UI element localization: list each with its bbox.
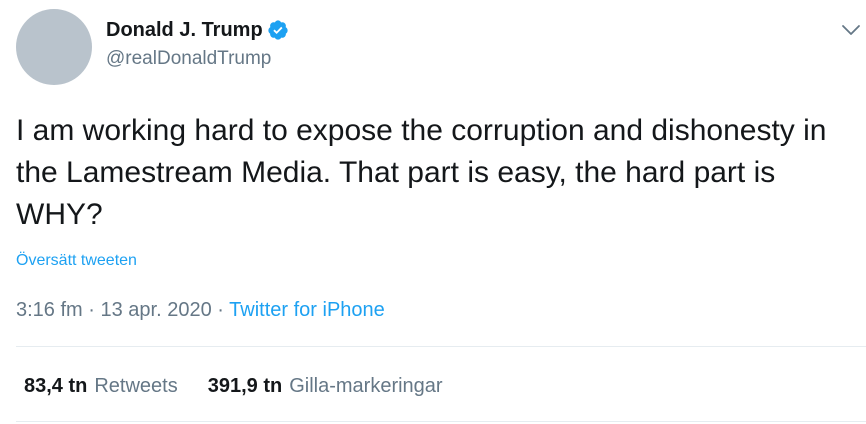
retweets-stat[interactable]: 83,4 tn Retweets bbox=[24, 372, 178, 400]
tweet-text: I am working hard to expose the corrupti… bbox=[16, 114, 827, 231]
tweet-time[interactable]: 3:16 fm bbox=[16, 299, 83, 321]
meta-separator: · bbox=[88, 299, 95, 321]
handle[interactable]: @realDonaldTrump bbox=[106, 45, 289, 73]
name-row: Donald J. Trump bbox=[106, 16, 289, 44]
tweet-card: Donald J. Trump @realDonaldTrump I am wo… bbox=[0, 0, 866, 424]
tweet-source-link[interactable]: Twitter for iPhone bbox=[229, 299, 385, 321]
author-block: Donald J. Trump @realDonaldTrump bbox=[106, 16, 289, 73]
avatar[interactable] bbox=[16, 9, 92, 85]
tweet-stats: 83,4 tn Retweets 391,9 tn Gilla-markerin… bbox=[24, 372, 443, 400]
tweet-meta: 3:16 fm · 13 apr. 2020 · Twitter for iPh… bbox=[16, 296, 385, 324]
likes-stat[interactable]: 391,9 tn Gilla-markeringar bbox=[208, 372, 443, 400]
retweets-label: Retweets bbox=[94, 375, 178, 397]
divider bbox=[16, 421, 866, 422]
display-name[interactable]: Donald J. Trump bbox=[106, 16, 263, 44]
meta-separator: · bbox=[217, 299, 224, 321]
verified-badge-icon bbox=[267, 19, 289, 41]
chevron-down-icon[interactable] bbox=[839, 18, 863, 42]
likes-count: 391,9 tn bbox=[207, 375, 283, 397]
likes-label: Gilla-markeringar bbox=[289, 375, 443, 397]
translate-tweet-link[interactable]: Översätt tweeten bbox=[16, 250, 137, 272]
divider bbox=[16, 346, 866, 347]
retweets-count: 83,4 tn bbox=[24, 375, 88, 397]
tweet-date[interactable]: 13 apr. 2020 bbox=[101, 299, 212, 321]
